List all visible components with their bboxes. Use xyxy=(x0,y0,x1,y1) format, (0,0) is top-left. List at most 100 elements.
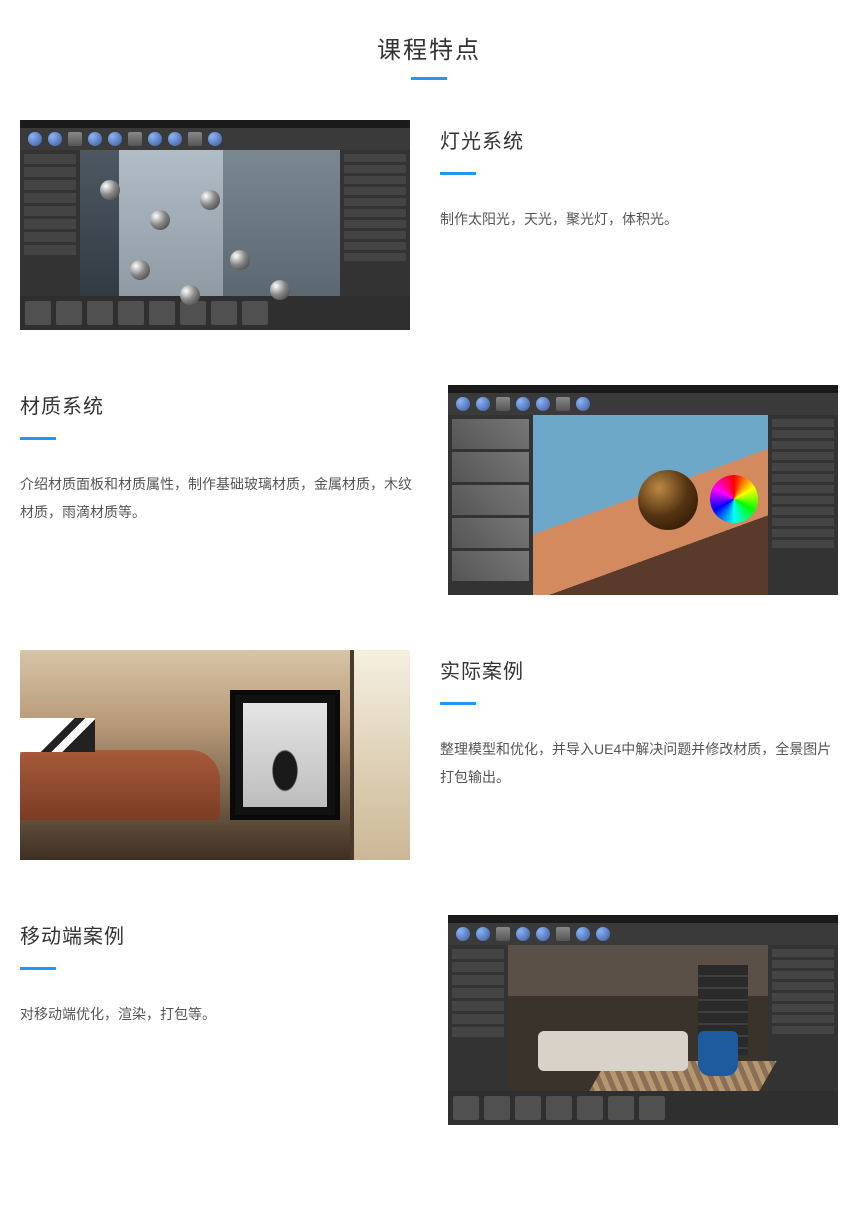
app-titlebar xyxy=(448,385,838,393)
details-row xyxy=(772,441,834,449)
toolbar-icon xyxy=(128,132,142,146)
app-body xyxy=(448,415,838,595)
outliner-row xyxy=(452,988,504,998)
panel-right xyxy=(768,945,838,1091)
app-window xyxy=(448,915,838,1125)
viewport xyxy=(533,415,768,595)
light-probe-icon xyxy=(100,180,120,200)
details-row xyxy=(344,198,406,206)
title-underline xyxy=(411,77,447,80)
feature-desc: 介绍材质面板和材质属性，制作基础玻璃材质，金属材质，木纹材质，雨滴材质等。 xyxy=(20,470,418,526)
details-row xyxy=(772,452,834,460)
asset-tile xyxy=(639,1096,665,1120)
feature-text: 移动端案例 对移动端优化，渲染，打包等。 xyxy=(20,915,418,1028)
feature-title: 材质系统 xyxy=(20,390,418,419)
asset-tile xyxy=(577,1096,603,1120)
feature-underline xyxy=(20,967,56,970)
details-row xyxy=(772,430,834,438)
outliner-row xyxy=(452,949,504,959)
app-toolbar xyxy=(448,923,838,945)
details-row xyxy=(772,529,834,537)
toolbar-icon xyxy=(576,397,590,411)
app-window xyxy=(20,120,410,330)
feature-lighting: 灯光系统 制作太阳光，天光，聚光灯，体积光。 xyxy=(20,120,838,330)
details-row xyxy=(772,1015,834,1023)
details-row xyxy=(772,1026,834,1034)
toolbar-icon xyxy=(496,927,510,941)
asset-tile xyxy=(56,301,82,325)
panel-left xyxy=(448,945,508,1091)
light-probe-icon xyxy=(230,250,250,270)
content-browser xyxy=(20,296,410,330)
interior-scene xyxy=(80,150,340,296)
toolbar-icon xyxy=(536,397,550,411)
light-probe-icon xyxy=(200,190,220,210)
details-row xyxy=(772,419,834,427)
sofa xyxy=(538,1031,688,1071)
outliner-row xyxy=(452,975,504,985)
asset-tile xyxy=(25,301,51,325)
material-swatch xyxy=(452,551,529,581)
details-row xyxy=(772,993,834,1001)
app-body xyxy=(448,945,838,1091)
details-row xyxy=(772,1004,834,1012)
feature-text: 灯光系统 制作太阳光，天光，聚光灯，体积光。 xyxy=(440,120,838,233)
app-titlebar xyxy=(20,120,410,128)
feature-underline xyxy=(20,437,56,440)
asset-tile xyxy=(87,301,113,325)
app-body xyxy=(20,150,410,296)
details-row xyxy=(772,540,834,548)
color-picker-icon xyxy=(710,475,758,523)
feature-image-case xyxy=(20,650,410,860)
asset-tile xyxy=(242,301,268,325)
viewport xyxy=(80,150,340,296)
light-probe-icon xyxy=(150,210,170,230)
accent-chair xyxy=(698,1031,738,1076)
app-titlebar xyxy=(448,915,838,923)
details-row xyxy=(772,485,834,493)
light-probe-icon xyxy=(270,280,290,300)
outliner-row xyxy=(452,1014,504,1024)
render-scene xyxy=(20,650,410,860)
app-toolbar xyxy=(448,393,838,415)
asset-tile xyxy=(149,301,175,325)
feature-text: 材质系统 介绍材质面板和材质属性，制作基础玻璃材质，金属材质，木纹材质，雨滴材质… xyxy=(20,385,418,526)
feature-case: 实际案例 整理模型和优化，并导入UE4中解决问题并修改材质，全景图片打包输出。 xyxy=(20,650,838,860)
feature-underline xyxy=(440,702,476,705)
window-panel xyxy=(350,650,410,860)
toolbar-icon xyxy=(476,397,490,411)
details-row xyxy=(344,231,406,239)
page-title: 课程特点 xyxy=(20,30,838,65)
panel-right xyxy=(768,415,838,595)
outliner-row xyxy=(452,1027,504,1037)
toolbar-icon xyxy=(148,132,162,146)
outliner-row xyxy=(24,206,76,216)
feature-desc: 对移动端优化，渲染，打包等。 xyxy=(20,1000,418,1028)
feature-mobile: 移动端案例 对移动端优化，渲染，打包等。 xyxy=(20,915,838,1125)
details-row xyxy=(772,463,834,471)
asset-tile xyxy=(546,1096,572,1120)
details-row xyxy=(344,165,406,173)
outliner-row xyxy=(24,167,76,177)
panel-right xyxy=(340,150,410,296)
toolbar-icon xyxy=(556,397,570,411)
feature-title: 实际案例 xyxy=(440,655,838,684)
page-container: 课程特点 xyxy=(0,0,858,1210)
toolbar-icon xyxy=(596,927,610,941)
asset-tile xyxy=(484,1096,510,1120)
toolbar-icon xyxy=(168,132,182,146)
details-row xyxy=(344,154,406,162)
material-swatch xyxy=(452,452,529,482)
feature-image-lighting xyxy=(20,120,410,330)
feature-title: 灯光系统 xyxy=(440,125,838,154)
toolbar-icon xyxy=(208,132,222,146)
asset-tile xyxy=(515,1096,541,1120)
light-probe-icon xyxy=(130,260,150,280)
toolbar-icon xyxy=(68,132,82,146)
details-row xyxy=(344,209,406,217)
details-row xyxy=(772,982,834,990)
details-row xyxy=(344,253,406,261)
toolbar-icon xyxy=(476,927,490,941)
outliner-row xyxy=(24,193,76,203)
feature-material: 材质系统 介绍材质面板和材质属性，制作基础玻璃材质，金属材质，木纹材质，雨滴材质… xyxy=(20,385,838,595)
